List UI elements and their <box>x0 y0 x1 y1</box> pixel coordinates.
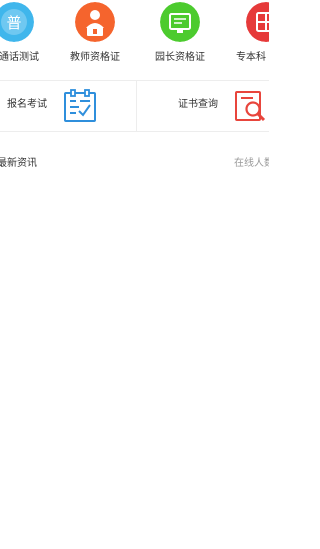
teacher-icon <box>75 2 115 42</box>
category-label: 专本科 <box>236 52 266 63</box>
category-degree[interactable]: 专本科 <box>225 0 269 74</box>
category-row: 普 普通话测试 教师资格证 <box>0 0 269 74</box>
news-section-title: 最新资讯 <box>0 158 37 169</box>
putonghua-icon: 普 <box>0 2 34 42</box>
category-putonghua[interactable]: 普 普通话测试 <box>0 0 54 74</box>
registration-form-icon <box>62 88 98 124</box>
certificate-search-icon <box>233 88 269 124</box>
category-teacher-certificate[interactable]: 教师资格证 <box>55 0 135 74</box>
certificate-query-entry[interactable]: 证书查询 <box>137 81 269 131</box>
category-principal-certificate[interactable]: 园长资格证 <box>140 0 220 74</box>
degree-icon <box>246 2 269 42</box>
divider <box>0 131 269 132</box>
registration-entry[interactable]: 报名考试 <box>0 81 136 131</box>
category-label: 教师资格证 <box>70 52 120 63</box>
app-page: 普 普通话测试 教师资格证 <box>0 0 269 549</box>
online-users-text: 在线人数 <box>234 158 269 169</box>
entry-label: 报名考试 <box>7 99 47 110</box>
category-label: 普通话测试 <box>0 52 39 63</box>
entry-label: 证书查询 <box>178 99 218 110</box>
certificate-icon <box>160 2 200 42</box>
svg-text:普: 普 <box>6 14 21 32</box>
category-label: 园长资格证 <box>155 52 205 63</box>
